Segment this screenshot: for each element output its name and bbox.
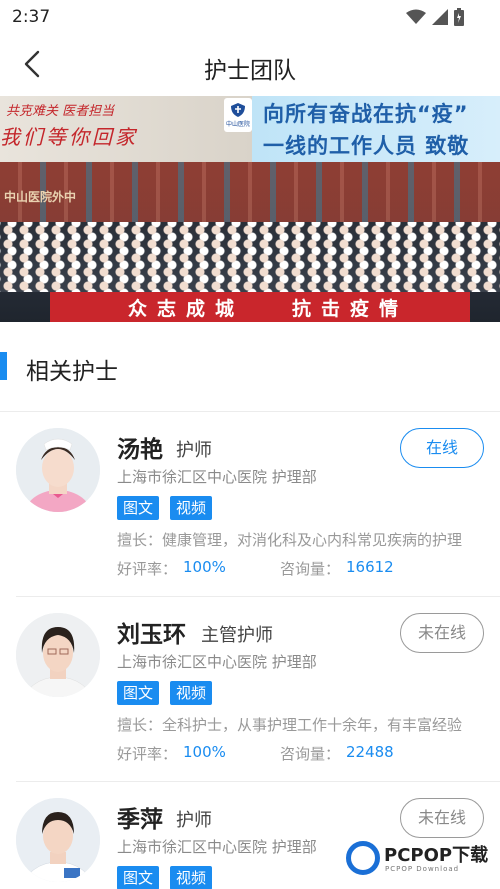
rating-label: 好评率： <box>117 560 178 578</box>
online-status-button[interactable]: 在线 <box>400 428 484 468</box>
consult-count: 22488 <box>346 743 394 761</box>
tag-video-consult[interactable]: 视频 <box>170 681 213 705</box>
avatar <box>16 613 100 697</box>
nurse-name: 刘玉环 <box>117 622 186 648</box>
tag-video-consult[interactable]: 视频 <box>170 866 213 889</box>
consult-label: 咨询量： <box>280 745 341 763</box>
hospital-logo: 中山医院 <box>224 98 252 132</box>
banner-slogan-line2: 我们等你回家 <box>0 125 138 149</box>
tag-text-consult[interactable]: 图文 <box>117 681 160 705</box>
banner-slogan-line1: 共克难关 医者担当 <box>6 104 115 119</box>
nurse-name: 汤艳 <box>117 437 163 463</box>
tag-video-consult[interactable]: 视频 <box>170 496 213 520</box>
section-title: 相关护士 <box>26 359 118 385</box>
status-time: 2:37 <box>12 7 51 27</box>
watermark-logo: PCPOP下载 PCPOP Download <box>344 839 496 881</box>
nurse-card[interactable]: 汤艳 护师 上海市徐汇区中心医院 护理部 图文 视频 擅长：健康管理，对消化科及… <box>0 412 500 597</box>
rating-label: 好评率： <box>117 745 178 763</box>
nurse-name: 季萍 <box>117 807 163 833</box>
section-marker <box>0 352 7 380</box>
tag-text-consult[interactable]: 图文 <box>117 866 160 889</box>
nurse-title: 护师 <box>176 810 212 831</box>
watermark-brand: PCPOP下载 <box>384 845 489 866</box>
rating-value: 100% <box>183 558 226 576</box>
banner-headline-line2: 一线的工作人员 致敬 <box>263 134 470 158</box>
rating-value: 100% <box>183 743 226 761</box>
hospital-logo-text: 中山医院 <box>225 121 250 128</box>
avatar <box>16 428 100 512</box>
signal-icon <box>432 9 448 29</box>
nurse-hospital: 上海市徐汇区中心医院 护理部 <box>117 838 317 856</box>
battery-icon <box>454 8 464 30</box>
offline-status-button[interactable]: 未在线 <box>400 613 484 653</box>
status-bar: 2:37 <box>0 0 500 34</box>
banner-strip-text-1: 众志成城 <box>128 298 245 320</box>
shield-icon <box>231 103 245 117</box>
nurse-speciality: 擅长：全科护士，从事护理工作十余年，有丰富经验 <box>117 716 463 734</box>
banner-image[interactable]: 共克难关 医者担当 我们等你回家 中山医院 向所有奋战在抗“疫” 一线的工作人员… <box>0 96 500 322</box>
status-icons <box>406 8 464 30</box>
tag-text-consult[interactable]: 图文 <box>117 496 160 520</box>
nurse-hospital: 上海市徐汇区中心医院 护理部 <box>117 653 317 671</box>
nurse-title: 主管护师 <box>201 625 273 646</box>
banner-hospital-sign: 中山医院外中 <box>4 190 77 204</box>
section-header: 相关护士 <box>0 322 500 412</box>
banner-crowd <box>0 222 500 292</box>
nurse-speciality: 擅长：健康管理，对消化科及心内科常见疾病的护理 <box>117 531 463 549</box>
page-title: 护士团队 <box>204 58 296 84</box>
avatar <box>16 798 100 882</box>
offline-status-button[interactable]: 未在线 <box>400 798 484 838</box>
wifi-icon <box>406 9 426 29</box>
nurse-card[interactable]: 刘玉环 主管护师 上海市徐汇区中心医院 护理部 图文 视频 擅长：全科护士，从事… <box>0 597 500 782</box>
consult-label: 咨询量： <box>280 560 341 578</box>
nurse-title: 护师 <box>176 440 212 461</box>
nurse-hospital: 上海市徐汇区中心医院 护理部 <box>117 468 317 486</box>
banner-headline-line1: 向所有奋战在抗“疫” <box>263 102 469 126</box>
watermark-circle-icon <box>346 841 380 875</box>
banner-strip-text-2: 抗击疫情 <box>292 298 409 320</box>
nav-bar: 护士团队 <box>0 34 500 96</box>
watermark-sub: PCPOP Download <box>385 865 460 873</box>
consult-count: 16612 <box>346 558 394 576</box>
